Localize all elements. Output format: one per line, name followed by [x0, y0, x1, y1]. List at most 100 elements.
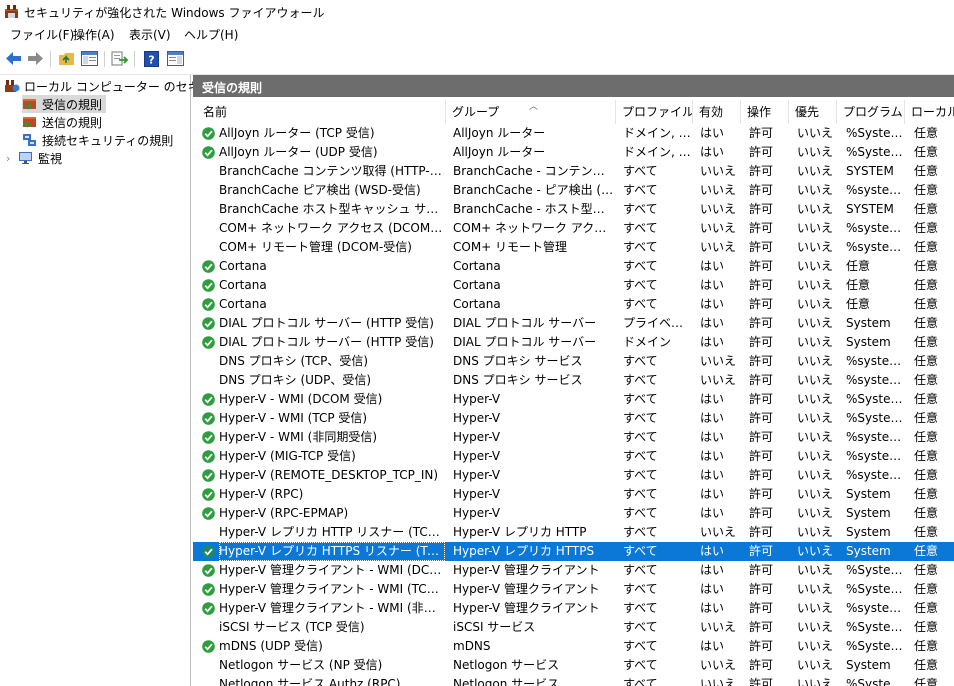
table-row[interactable]: iSCSI サービス (TCP 受信) iSCSI サービス すべて いいえ 許可 いいえ… — [193, 618, 954, 637]
table-row[interactable]: Cortana Cortana すべて はい 許可 いいえ 任意 任意 — [193, 276, 954, 295]
enabled-check-icon — [202, 545, 215, 558]
cell-profile: すべて — [623, 620, 658, 634]
cell-local: 任意 — [914, 354, 939, 368]
forward-icon[interactable] — [26, 49, 45, 68]
cell-local: 任意 — [914, 411, 939, 425]
table-row[interactable]: AllJoyn ルーター (UDP 受信) AllJoyn ルーター ドメイン, プ… — [193, 143, 954, 162]
cell-profile: すべて — [623, 373, 658, 387]
table-row[interactable]: Hyper-V レプリカ HTTP リスナー (TCP 受信) Hyper-V レ… — [193, 523, 954, 542]
table-row[interactable]: Netlogon サービス (NP 受信) Netlogon サービス すべて いいえ… — [193, 656, 954, 675]
show-hide-tree-icon[interactable] — [80, 49, 99, 68]
up-folder-icon[interactable] — [57, 49, 76, 68]
show-hide-action-pane-icon[interactable] — [166, 49, 185, 68]
cell-enabled: はい — [700, 449, 725, 463]
cell-local: 任意 — [914, 601, 939, 615]
column-header-enabled[interactable]: 有効 — [693, 100, 741, 124]
enabled-check-icon — [202, 336, 215, 349]
export-list-icon[interactable] — [110, 49, 129, 68]
cell-override: いいえ — [797, 449, 834, 463]
tree-item-inbound-rules[interactable]: 受信の規則 — [22, 95, 106, 113]
menu-help[interactable]: ヘルプ(H) — [184, 26, 238, 43]
table-row[interactable]: DIAL プロトコル サーバー (HTTP 受信) DIAL プロトコル サーバー… — [193, 333, 954, 352]
enabled-check-icon — [202, 412, 215, 425]
tree-item-connection-security-rules[interactable]: 接続セキュリティの規則 — [22, 131, 173, 149]
column-header-action[interactable]: 操作 — [741, 100, 789, 124]
cell-group: Hyper-V 管理クライアント — [453, 563, 600, 577]
column-header-override[interactable]: 優先 — [789, 100, 837, 124]
table-row[interactable]: DIAL プロトコル サーバー (HTTP 受信) DIAL プロトコル サーバー… — [193, 314, 954, 333]
svg-text:?: ? — [148, 53, 154, 66]
cell-local: 任意 — [914, 563, 939, 577]
cell-name: BranchCache ピア検出 (WSD-受信) — [219, 183, 421, 197]
cell-name: Hyper-V 管理クライアント - WMI (TCP 受信) — [219, 582, 445, 596]
tree-item-label: 送信の規則 — [42, 115, 103, 130]
column-header-name[interactable]: 名前 — [197, 100, 446, 124]
back-icon[interactable] — [4, 49, 23, 68]
table-row[interactable]: Hyper-V (RPC) Hyper-V すべて はい 許可 いいえ System 任意 — [193, 485, 954, 504]
table-row[interactable]: Hyper-V 管理クライアント - WMI (TCP 受信) Hyper-V 管… — [193, 580, 954, 599]
cell-local: 任意 — [914, 430, 939, 444]
cell-name: Hyper-V (REMOTE_DESKTOP_TCP_IN) — [219, 468, 439, 482]
enabled-check-icon — [202, 602, 215, 615]
help-icon[interactable]: ? — [142, 49, 161, 68]
tree-item-monitoring[interactable]: › 監視 — [6, 149, 62, 167]
table-row[interactable]: Hyper-V (MIG-TCP 受信) Hyper-V すべて はい 許可 いいえ %sy… — [193, 447, 954, 466]
cell-enabled: いいえ — [700, 202, 737, 216]
menu-action[interactable]: 操作(A) — [73, 26, 115, 43]
table-row[interactable]: AllJoyn ルーター (TCP 受信) AllJoyn ルーター ドメイン, プ… — [193, 124, 954, 143]
cell-local: 任意 — [914, 373, 939, 387]
table-row[interactable]: Hyper-V - WMI (DCOM 受信) Hyper-V すべて はい 許可 いいえ… — [193, 390, 954, 409]
table-row[interactable]: COM+ リモート管理 (DCOM-受信) COM+ リモート管理 すべて いいえ 許可… — [193, 238, 954, 257]
cell-name: DNS プロキシ (TCP、受信) — [219, 354, 369, 368]
table-row[interactable]: BranchCache ホスト型キャッシュ サーバー (HT... BranchC… — [193, 200, 954, 219]
cell-program: System — [846, 487, 891, 501]
table-row[interactable]: DNS プロキシ (TCP、受信) DNS プロキシ サービス すべて いいえ 許可 いい… — [193, 352, 954, 371]
firewall-app-icon — [5, 5, 18, 18]
cell-enabled: いいえ — [700, 658, 737, 672]
table-row[interactable]: Hyper-V 管理クライアント - WMI (DCOM 受... Hyper-V… — [193, 561, 954, 580]
cell-program: System — [846, 525, 891, 539]
table-row[interactable]: Cortana Cortana すべて はい 許可 いいえ 任意 任意 — [193, 257, 954, 276]
cell-enabled: はい — [700, 259, 725, 273]
enabled-check-icon — [202, 564, 215, 577]
cell-enabled: いいえ — [700, 221, 737, 235]
cell-name: iSCSI サービス (TCP 受信) — [219, 620, 365, 634]
tree-item-outbound-rules[interactable]: 送信の規則 — [22, 113, 102, 131]
table-row[interactable]: COM+ ネットワーク アクセス (DCOM-受信) COM+ ネットワーク アク… — [193, 219, 954, 238]
cell-name: Hyper-V 管理クライアント - WMI (DCOM 受... — [219, 563, 445, 577]
cell-program: %System... — [846, 392, 904, 406]
cell-profile: すべて — [623, 563, 658, 577]
cell-override: いいえ — [797, 677, 834, 686]
cell-group: Hyper-V — [453, 411, 501, 425]
column-header-profile[interactable]: プロファイル — [616, 100, 693, 124]
table-row[interactable]: Hyper-V (RPC-EPMAP) Hyper-V すべて はい 許可 いいえ Syst… — [193, 504, 954, 523]
menu-file[interactable]: ファイル(F) — [10, 26, 74, 43]
console-tree: ローカル コンピューター のセキュリティ 受信の規則 送信の規則 接続セキュリテ… — [0, 75, 247, 686]
column-header-program[interactable]: プログラム — [837, 100, 905, 124]
cell-override: いいえ — [797, 202, 834, 216]
table-row[interactable]: Hyper-V 管理クライアント - WMI (非同期 - ... Hyper-V… — [193, 599, 954, 618]
cell-group: DNS プロキシ サービス — [453, 354, 583, 368]
cell-enabled: はい — [700, 639, 725, 653]
cell-override: いいえ — [797, 487, 834, 501]
menu-view[interactable]: 表示(V) — [129, 26, 171, 43]
cell-override: いいえ — [797, 278, 834, 292]
chevron-right-icon[interactable]: › — [6, 152, 18, 165]
enabled-check-icon — [202, 317, 215, 330]
table-row[interactable]: DNS プロキシ (UDP、受信) DNS プロキシ サービス すべて いいえ 許可 いい… — [193, 371, 954, 390]
cell-local: 任意 — [914, 468, 939, 482]
table-row[interactable]: BranchCache ピア検出 (WSD-受信) BranchCache - ピ… — [193, 181, 954, 200]
table-row[interactable]: Hyper-V - WMI (非同期受信) Hyper-V すべて はい 許可 いいえ %s… — [193, 428, 954, 447]
cell-enabled: はい — [700, 506, 725, 520]
column-header-local[interactable]: ローカル — [905, 100, 954, 124]
table-row[interactable]: Hyper-V レプリカ HTTPS リスナー (TCP 受信) Hyper-V … — [193, 542, 954, 561]
cell-program: %system... — [846, 240, 904, 254]
table-row[interactable]: BranchCache コンテンツ取得 (HTTP-受信) BranchCache… — [193, 162, 954, 181]
table-row[interactable]: Cortana Cortana すべて はい 許可 いいえ 任意 任意 — [193, 295, 954, 314]
cell-name: AllJoyn ルーター (UDP 受信) — [219, 145, 378, 159]
table-row[interactable]: Netlogon サービス Authz (RPC) Netlogon サービス すべ… — [193, 675, 954, 686]
table-row[interactable]: Hyper-V - WMI (TCP 受信) Hyper-V すべて はい 許可 いいえ%… — [193, 409, 954, 428]
table-row[interactable]: mDNS (UDP 受信) mDNS すべて はい 許可 いいえ %System... 任意 — [193, 637, 954, 656]
table-row[interactable]: Hyper-V (REMOTE_DESKTOP_TCP_IN) Hyper-V すべ… — [193, 466, 954, 485]
cell-program: %system... — [846, 449, 904, 463]
